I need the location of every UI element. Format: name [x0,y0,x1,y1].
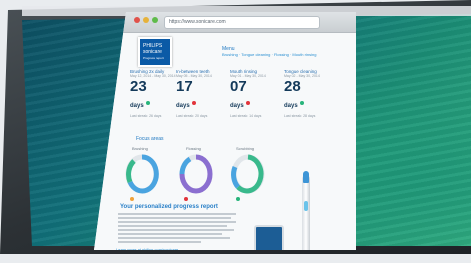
stat-unit: days [130,103,144,109]
toothbrush-indicator [304,201,308,211]
ring-label: Scrubbing [236,146,255,151]
nav-links[interactable]: Brushing · Tongue cleaning · Flossing · … [222,52,316,57]
status-good-icon [299,100,304,105]
stat-tongue-cleaning: Tongue cleaning May 02 - May 30, 2014 28… [284,69,336,118]
stat-last-streak: Last streak: 26 days [130,114,162,118]
status-bad-icon [191,100,196,105]
stat-value: 28 [284,78,301,95]
status-bad-icon [245,100,250,105]
ring-label: Brushing [132,146,148,151]
close-icon[interactable] [134,17,140,23]
ring-key [128,197,134,202]
brand-line-3: Progress report [143,56,164,60]
key-dot-icon [184,197,188,202]
stat-last-streak: Last streak: 28 days [284,114,316,118]
maximize-icon[interactable] [152,17,158,23]
stat-last-streak: Last streak: 20 days [176,114,208,118]
stat-value: 17 [176,78,193,95]
stat-value: 23 [130,78,147,95]
stat-value: 07 [230,78,247,95]
status-good-icon [145,100,150,105]
minimize-icon[interactable] [143,17,149,23]
stat-unit: days [284,103,298,109]
stat-last-streak: Last streak: 14 days [230,114,262,118]
focus-ring-scrubbing [231,154,265,194]
toothbrush-head [303,171,309,183]
ring-label: Flossing [186,146,201,151]
philips-sonicare-logo: PHILIPS sonicare Progress report [138,37,172,67]
stat-unit: days [230,103,244,109]
focus-areas-title: Focus areas [136,136,164,142]
focus-ring-flossing [179,154,213,194]
key-dot-icon [236,197,240,202]
stat-in-between: In-between teeth May 05 - May 30, 2014 1… [176,69,228,118]
toothbrush-image [302,175,310,250]
progress-report-page: PHILIPS sonicare Progress report Menu Br… [94,33,356,250]
ring-key [182,197,188,202]
focus-ring-brushing [125,154,159,194]
key-dot-icon [130,197,134,202]
stat-unit: days [176,103,190,109]
address-bar[interactable]: https://www.sonicare.com [164,16,320,29]
browser-window: https://www.sonicare.com PHILIPS sonicar… [94,12,356,250]
browser-toolbar: https://www.sonicare.com [94,12,356,33]
stat-brushing: Brushing 2x daily May 12, 2014 - May 30,… [130,69,182,118]
report-title: Your personalized progress report [120,204,218,210]
ring-key [234,197,240,202]
report-body-text [118,213,236,245]
stat-mouth-rinsing: Mouth rinsing May 01 - May 30, 2014 07 d… [230,69,282,118]
